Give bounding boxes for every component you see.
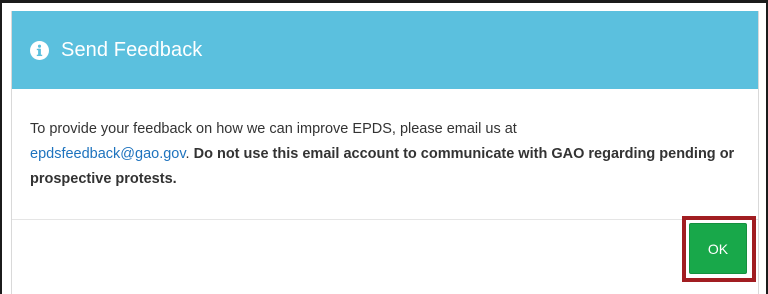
footer-divider	[12, 219, 758, 220]
ok-button[interactable]: OK	[689, 223, 747, 274]
dialog-body: To provide your feedback on how we can i…	[12, 89, 758, 220]
top-border	[0, 0, 768, 3]
send-feedback-dialog: Send Feedback To provide your feedback o…	[11, 11, 759, 294]
message-prefix: To provide your feedback on how we can i…	[30, 121, 517, 137]
feedback-email-link[interactable]: epdsfeedback@gao.gov	[30, 146, 186, 162]
message-punctuation: .	[185, 146, 190, 162]
dialog-header: Send Feedback	[12, 11, 758, 89]
dialog-title: Send Feedback	[61, 39, 203, 61]
feedback-message: To provide your feedback on how we can i…	[30, 117, 740, 192]
screenshot-frame: Send Feedback To provide your feedback o…	[0, 0, 768, 294]
left-border	[0, 0, 2, 294]
info-circle-icon	[30, 40, 49, 60]
